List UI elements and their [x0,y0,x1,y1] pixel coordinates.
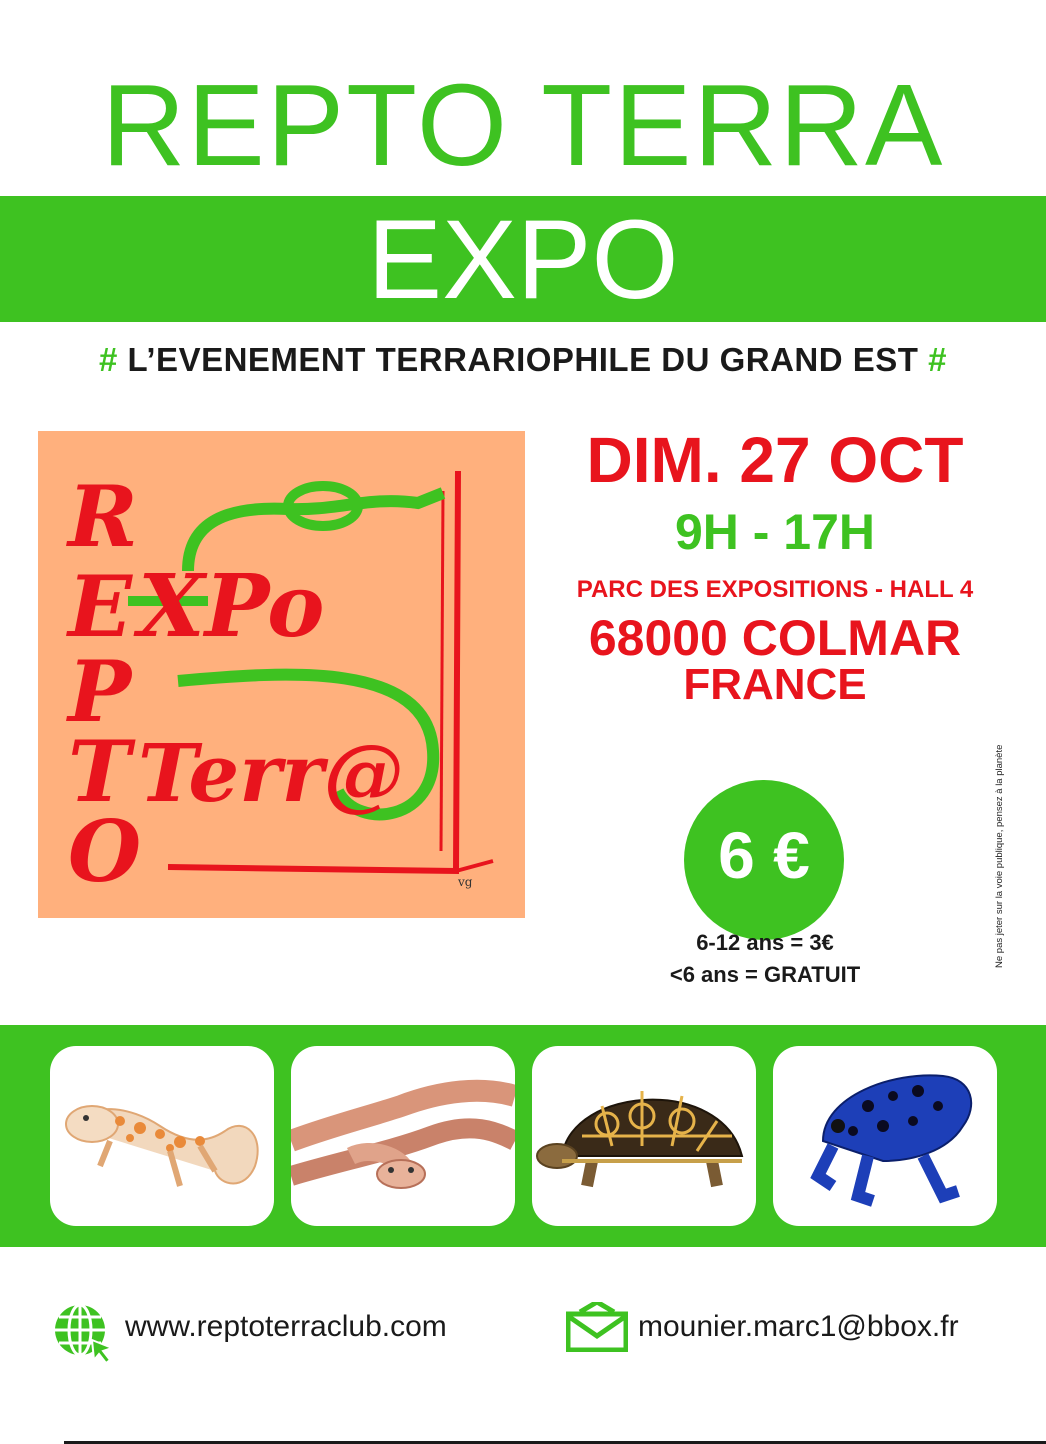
event-hours: 9H - 17H [674,504,876,560]
website-link[interactable]: www.reptoterraclub.com [125,1310,447,1344]
logo-terra-word: Terr@ [138,726,404,820]
event-city: 68000 COLMAR [588,610,962,666]
tortoise-photo [532,1046,756,1226]
globe-icon [55,1303,115,1365]
gecko-photo [50,1046,274,1226]
price-value: 6 € [718,818,810,892]
email-contact[interactable]: mounier.marc1@bbox.fr [566,1300,1006,1360]
frog-photo [773,1046,997,1226]
logo-letter: O [68,802,141,901]
event-country: FRANCE [683,660,867,709]
envelope-icon [566,1302,628,1352]
event-title: REPTO TERRA [101,60,945,190]
tagline-hash-left: # [99,341,118,378]
email-link[interactable]: mounier.marc1@bbox.fr [638,1310,959,1344]
tagline-text: L’EVENEMENT TERRARIOPHILE DU GRAND EST [127,341,919,378]
litter-notice: Ne pas jeter sur la voie publique, pense… [994,744,1005,968]
under-six-rate: <6 ans = GRATUIT [669,962,861,987]
repto-expo-logo: R E P T O XPo Terr@ vg [38,431,525,918]
event-date: DIM. 27 OCT [586,424,964,496]
child-rate: 6-12 ans = 3€ [696,930,834,955]
event-venue: PARC DES EXPOSITIONS - HALL 4 [576,576,974,603]
logo-signature: vg [457,875,473,889]
snake-photo [291,1046,515,1226]
logo-letter: R [66,467,138,566]
logo-expo-word: XPo [133,556,324,657]
expo-subtitle: EXPO [367,197,679,322]
tagline-hash-right: # [928,341,947,378]
website-contact[interactable]: www.reptoterraclub.com [50,1300,500,1365]
tagline: # L’EVENEMENT TERRARIOPHILE DU GRAND EST… [0,340,1046,380]
